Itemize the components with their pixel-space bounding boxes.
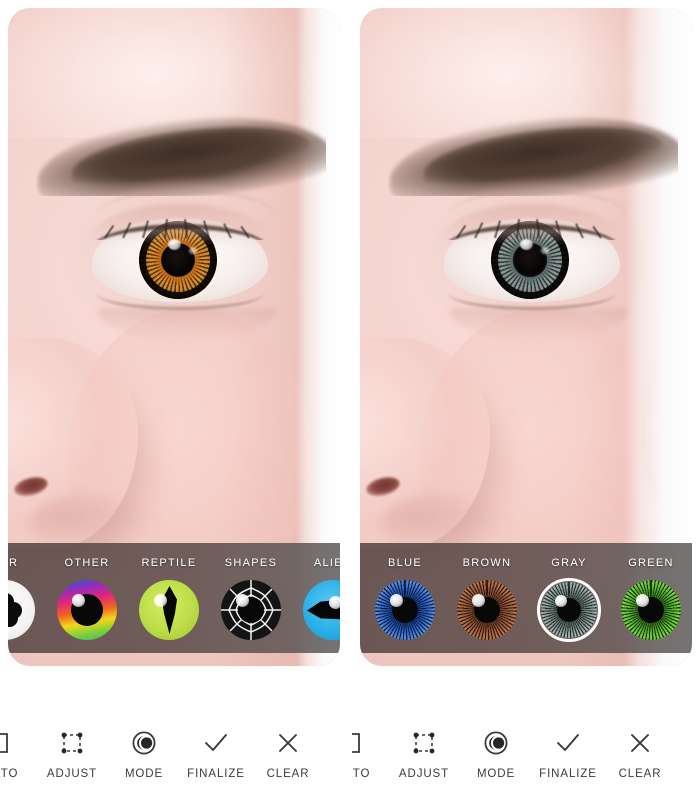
thumb-glint <box>636 594 649 607</box>
tool-label: ADJUST <box>46 768 98 780</box>
mode-contrast-icon <box>129 728 159 758</box>
panel-right-natural-preview[interactable]: BLUE BROWN GRAY GREEN <box>360 8 692 666</box>
thumb-glint <box>390 594 403 607</box>
tool-label: CLEAR <box>618 768 662 780</box>
lens-option-green[interactable]: GREEN <box>610 543 692 642</box>
photo-icon <box>352 728 367 758</box>
checkmark-icon <box>201 728 231 758</box>
photo-button[interactable]: HOTO <box>352 714 388 780</box>
lens-label: BLUE <box>388 557 422 569</box>
lens-thumb-holder[interactable] <box>373 578 437 642</box>
lens-label: GREEN <box>628 557 674 569</box>
lens-thumb-holder[interactable] <box>137 578 201 642</box>
adjust-crop-icon <box>409 728 439 758</box>
lens-label: BROWN <box>462 557 512 569</box>
lens-option-other[interactable]: OTHER <box>46 543 128 642</box>
gray-lens-thumb-icon <box>541 582 597 638</box>
thumb-glint <box>72 594 85 607</box>
lens-thumb-holder[interactable] <box>301 578 340 642</box>
thumb-glint <box>154 594 167 607</box>
finalize-button[interactable]: FINALIZE <box>180 714 252 780</box>
lens-option-brown[interactable]: BROWN <box>446 543 528 642</box>
thumb-glint <box>555 595 567 607</box>
close-x-icon <box>625 728 655 758</box>
toolbar-right[interactable]: HOTO ADJUST <box>352 714 700 800</box>
thumb-glint <box>236 594 249 607</box>
reptile-slit-pupil <box>162 586 177 634</box>
shapes-lens-thumb-icon <box>221 580 281 640</box>
clear-button[interactable]: CLEAR <box>604 714 676 780</box>
photo-icon <box>0 728 15 758</box>
mode-contrast-icon <box>481 728 511 758</box>
panel-left-halloween-preview[interactable]: VER OTHER <box>8 8 340 666</box>
lens-thumb-holder[interactable] <box>55 578 119 642</box>
mode-button[interactable]: MODE <box>108 714 180 780</box>
blue-lens-thumb-icon <box>375 580 435 640</box>
lens-option-alien[interactable]: ALIEN <box>292 543 340 642</box>
lens-strip-right[interactable]: BLUE BROWN GRAY GREEN <box>360 543 692 653</box>
upper-lashes <box>440 210 624 240</box>
checkmark-icon <box>553 728 583 758</box>
finalize-button[interactable]: FINALIZE <box>532 714 604 780</box>
compare-button[interactable]: CO <box>676 714 700 780</box>
close-x-icon <box>273 728 303 758</box>
lens-option-blue[interactable]: BLUE <box>364 543 446 642</box>
flower-pupil <box>8 593 22 627</box>
tool-label: FINALIZE <box>539 768 597 780</box>
thumb-glint <box>472 594 485 607</box>
tool-label: ADJUST <box>398 768 450 780</box>
lens-option-flower[interactable]: VER <box>8 543 46 642</box>
mode-button[interactable]: MODE <box>460 714 532 780</box>
lens-label: OTHER <box>64 557 110 569</box>
compare-button[interactable]: CO <box>324 714 348 780</box>
tool-label: MODE <box>476 768 516 780</box>
brown-lens-thumb-icon <box>457 580 517 640</box>
lens-label: GRAY <box>551 557 587 569</box>
eye-glint-secondary <box>541 247 549 254</box>
lens-thumb-holder[interactable] <box>219 578 283 642</box>
eye-glint-secondary <box>189 247 197 254</box>
lens-thumb-holder[interactable] <box>619 578 683 642</box>
tool-label: HOTO <box>0 768 19 780</box>
lens-label: VER <box>8 557 19 569</box>
tool-label: HOTO <box>352 768 371 780</box>
lens-thumb-holder[interactable] <box>8 578 37 642</box>
adjust-crop-icon <box>57 728 87 758</box>
lens-label: REPTILE <box>141 557 197 569</box>
green-lens-thumb-icon <box>621 580 681 640</box>
flower-lens-thumb-icon <box>8 580 35 640</box>
thumb-glint <box>329 596 340 609</box>
lens-label: ALIEN <box>313 557 340 569</box>
compare-icon <box>345 728 348 758</box>
adjust-button[interactable]: ADJUST <box>36 714 108 780</box>
upper-lashes <box>88 210 272 240</box>
lens-strip-left[interactable]: VER OTHER <box>8 543 340 653</box>
app-screen: VER OTHER <box>0 0 700 800</box>
lens-thumb-holder[interactable] <box>537 578 601 642</box>
tool-label: CLEAR <box>266 768 310 780</box>
toolbar-left[interactable]: HOTO ADJUST <box>0 714 348 800</box>
lens-option-shapes[interactable]: SHAPES <box>210 543 292 642</box>
eye-region-right[interactable] <box>420 180 644 344</box>
alien-lens-thumb-icon <box>303 580 340 640</box>
lens-thumb-holder[interactable] <box>455 578 519 642</box>
other-lens-thumb-icon <box>57 580 117 640</box>
tool-label: MODE <box>124 768 164 780</box>
clear-button[interactable]: CLEAR <box>252 714 324 780</box>
eye-region-left[interactable] <box>68 180 292 344</box>
lens-label: SHAPES <box>224 557 278 569</box>
adjust-button[interactable]: ADJUST <box>388 714 460 780</box>
tool-label: FINALIZE <box>187 768 245 780</box>
reptile-lens-thumb-icon <box>139 580 199 640</box>
photo-button[interactable]: HOTO <box>0 714 36 780</box>
lens-option-gray[interactable]: GRAY <box>528 543 610 642</box>
lens-option-reptile[interactable]: REPTILE <box>128 543 210 642</box>
